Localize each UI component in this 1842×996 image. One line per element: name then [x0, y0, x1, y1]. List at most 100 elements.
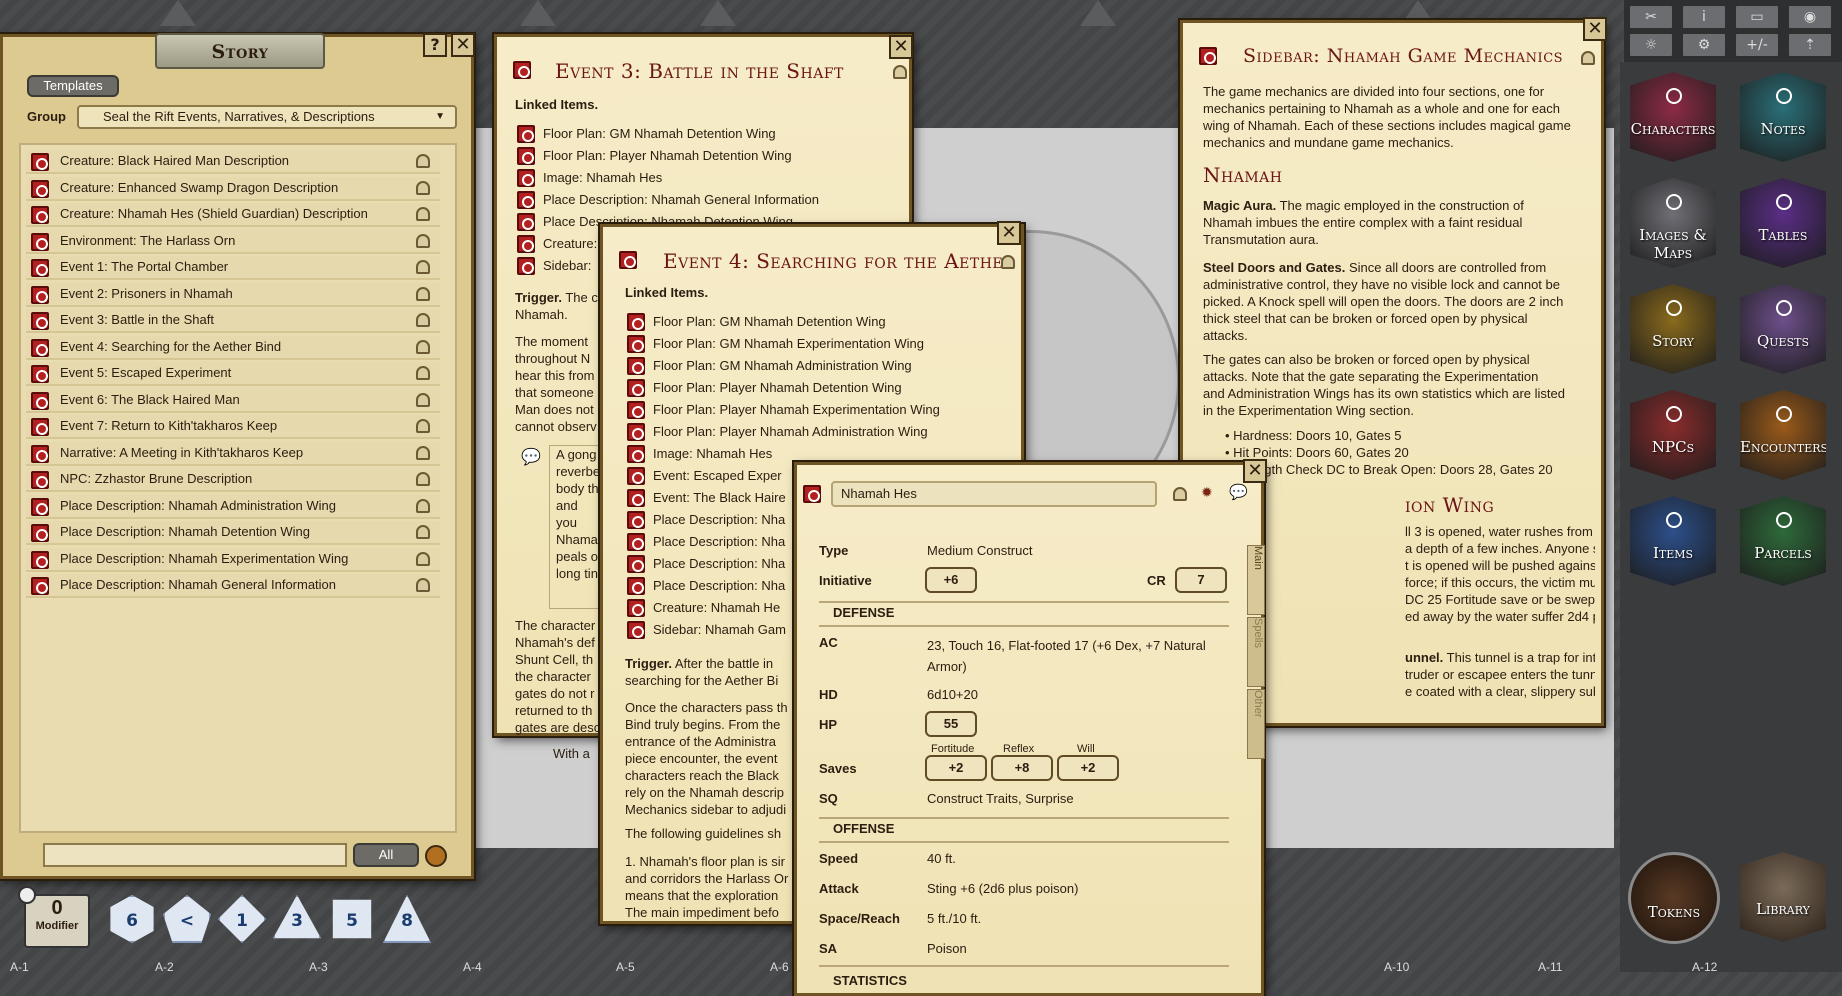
linked-item[interactable]: Floor Plan: GM Nhamah Administration Win…: [625, 357, 1015, 377]
list-item[interactable]: Narrative: A Meeting in Kith'takharos Ke…: [26, 441, 440, 466]
event4-para2: The following guidelines sh: [625, 826, 782, 841]
lock-icon[interactable]: [416, 472, 430, 486]
initiative-value[interactable]: +6: [925, 567, 977, 593]
edit-icon[interactable]: [425, 845, 447, 867]
sidebar-tile-tokens[interactable]: Tokens: [1628, 852, 1720, 944]
sidebar-tile-images-maps[interactable]: Images & Maps: [1630, 178, 1716, 268]
sidebar-tile-notes[interactable]: Notes: [1740, 72, 1826, 162]
sidebar-tile-characters[interactable]: Characters: [1630, 72, 1716, 162]
lock-icon[interactable]: [416, 180, 430, 195]
sidebar-tile-tables[interactable]: Tables: [1740, 178, 1826, 268]
speech-icon[interactable]: 💬: [1229, 483, 1248, 501]
bug-icon[interactable]: ✹: [1201, 485, 1213, 501]
close-button[interactable]: ✕: [1583, 17, 1607, 41]
list-item[interactable]: Event 4: Searching for the Aether Bind: [26, 335, 440, 360]
lock-icon[interactable]: [1001, 255, 1015, 269]
lock-icon[interactable]: [416, 392, 430, 407]
sidebar-tile-encounters[interactable]: Encounters: [1740, 390, 1826, 480]
templates-button[interactable]: Templates: [27, 75, 119, 97]
lock-icon[interactable]: [1581, 51, 1595, 65]
close-button[interactable]: ✕: [451, 33, 475, 57]
linked-item[interactable]: Floor Plan: GM Nhamah Detention Wing: [515, 125, 905, 145]
reflex-value[interactable]: +8: [991, 755, 1053, 781]
close-button[interactable]: ✕: [889, 35, 913, 59]
lock-icon[interactable]: [416, 525, 430, 539]
lock-icon[interactable]: [416, 366, 430, 380]
die-4[interactable]: 5: [332, 899, 372, 939]
tab-spells[interactable]: Spells: [1247, 617, 1265, 687]
settings-icon[interactable]: [18, 886, 36, 904]
tab-other[interactable]: Other: [1247, 689, 1265, 759]
sidebar-tile-items[interactable]: Items: [1630, 496, 1716, 586]
lock-icon[interactable]: [416, 445, 430, 460]
list-item[interactable]: Place Description: Nhamah Administration…: [26, 494, 440, 519]
lock-icon[interactable]: [893, 65, 907, 79]
modifier-box[interactable]: 0 Modifier: [24, 894, 90, 948]
list-item[interactable]: Event 5: Escaped Experiment: [26, 362, 440, 386]
linked-item[interactable]: Image: Nhamah Hes: [515, 169, 905, 189]
close-button[interactable]: ✕: [1243, 459, 1267, 483]
toolbar-button[interactable]: ⚙: [1681, 32, 1727, 58]
list-item[interactable]: Event 6: The Black Haired Man: [26, 388, 440, 413]
toolbar-button[interactable]: +/-: [1734, 32, 1780, 58]
close-button[interactable]: ✕: [997, 221, 1021, 245]
toolbar-button[interactable]: ☼: [1628, 32, 1674, 58]
lock-icon[interactable]: [416, 233, 430, 248]
lock-icon[interactable]: [416, 498, 430, 513]
list-item-label: NPC: Zzhastor Brune Description: [60, 471, 253, 486]
sidebar-tile-parcels[interactable]: Parcels: [1740, 496, 1826, 586]
lock-icon[interactable]: [1173, 487, 1187, 501]
linked-item[interactable]: Floor Plan: GM Nhamah Detention Wing: [625, 313, 1015, 333]
list-item[interactable]: Event 2: Prisoners in Nhamah: [26, 282, 440, 307]
fort-value[interactable]: +2: [925, 755, 987, 781]
search-field[interactable]: [43, 843, 347, 867]
list-item[interactable]: Place Description: Nhamah Detention Wing: [26, 521, 440, 545]
lock-icon[interactable]: [416, 207, 430, 221]
lock-icon[interactable]: [416, 339, 430, 354]
tile-label: Tables: [1758, 226, 1808, 244]
filter-all-button[interactable]: All: [353, 843, 419, 867]
linked-item-label: Sidebar: Nhamah Gam: [653, 622, 786, 637]
linked-item[interactable]: Floor Plan: Player Nhamah Experimentatio…: [625, 401, 1015, 421]
lock-icon[interactable]: [416, 286, 430, 301]
lock-icon[interactable]: [416, 154, 430, 168]
toolbar-button[interactable]: ⇡: [1787, 32, 1833, 58]
toolbar-button[interactable]: i: [1681, 4, 1727, 30]
event4-para: Once the characters pass th Bind truly be…: [625, 700, 788, 817]
list-item[interactable]: Place Description: Nhamah General Inform…: [26, 574, 440, 598]
list-item[interactable]: Creature: Enhanced Swamp Dragon Descript…: [26, 176, 440, 201]
tab-main[interactable]: Main: [1247, 545, 1265, 615]
group-select[interactable]: Seal the Rift Events, Narratives, & Desc…: [77, 105, 457, 129]
lock-icon[interactable]: [416, 551, 430, 566]
list-item[interactable]: Event 7: Return to Kith'takharos Keep: [26, 415, 440, 439]
linked-item[interactable]: Floor Plan: Player Nhamah Detention Wing: [625, 379, 1015, 399]
cr-value[interactable]: 7: [1175, 567, 1227, 593]
linked-item[interactable]: Floor Plan: Player Nhamah Detention Wing: [515, 147, 905, 167]
list-item[interactable]: NPC: Zzhastor Brune Description: [26, 468, 440, 492]
toolbar-button[interactable]: ▭: [1734, 4, 1780, 30]
help-button[interactable]: ?: [423, 33, 447, 57]
hp-value[interactable]: 55: [925, 711, 977, 737]
linked-item[interactable]: Floor Plan: GM Nhamah Experimentation Wi…: [625, 335, 1015, 355]
lock-icon[interactable]: [416, 260, 430, 274]
list-item[interactable]: Creature: Nhamah Hes (Shield Guardian) D…: [26, 203, 440, 227]
sidebar-tile-library[interactable]: Library: [1740, 852, 1826, 942]
linked-item[interactable]: Place Description: Nhamah General Inform…: [515, 191, 905, 211]
sidebar-tile-story[interactable]: Story: [1630, 284, 1716, 374]
list-item[interactable]: Event 1: The Portal Chamber: [26, 256, 440, 280]
lock-icon[interactable]: [416, 419, 430, 433]
toolbar-button[interactable]: ✂: [1628, 4, 1674, 30]
lock-icon[interactable]: [416, 313, 430, 327]
sidebar-tile-npcs[interactable]: NPCs: [1630, 390, 1716, 480]
list-item[interactable]: Creature: Black Haired Man Description: [26, 150, 440, 174]
linked-item[interactable]: Floor Plan: Player Nhamah Administration…: [625, 423, 1015, 443]
npc-name-field[interactable]: Nhamah Hes: [831, 481, 1157, 507]
toolbar-button[interactable]: ◉: [1787, 4, 1833, 30]
list-item[interactable]: Place Description: Nhamah Experimentatio…: [26, 547, 440, 572]
linked-items-label: Linked Items.: [625, 285, 709, 300]
list-item[interactable]: Environment: The Harlass Orn: [26, 229, 440, 254]
sidebar-tile-quests[interactable]: Quests: [1740, 284, 1826, 374]
will-value[interactable]: +2: [1057, 755, 1119, 781]
list-item[interactable]: Event 3: Battle in the Shaft: [26, 309, 440, 333]
lock-icon[interactable]: [416, 578, 430, 592]
